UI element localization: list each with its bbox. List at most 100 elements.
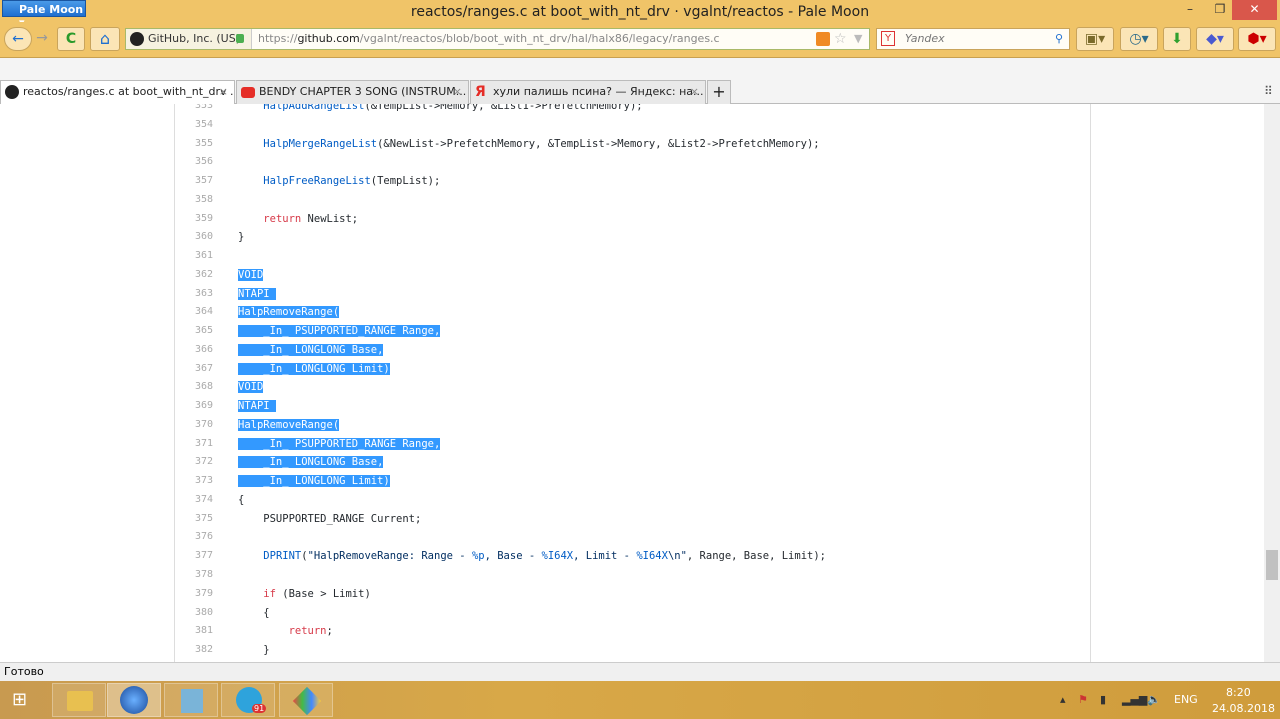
close-tab-icon[interactable]: × <box>453 81 462 103</box>
restore-button[interactable]: ❐ <box>1205 0 1235 20</box>
battery-icon[interactable]: ▮ <box>1100 693 1106 706</box>
tab-youtube-bendy[interactable]: BENDY CHAPTER 3 SONG (INSTRUM... × <box>236 80 469 104</box>
scrollbar-thumb[interactable] <box>1266 550 1278 580</box>
reload-button[interactable]: C <box>57 27 85 51</box>
line-number[interactable]: 376 <box>175 531 213 542</box>
back-button[interactable]: ← <box>4 27 32 51</box>
tab-list-icon[interactable]: ⠿ <box>1264 84 1273 98</box>
code-token: _In_ LONGLONG Base, <box>238 343 384 356</box>
url-bar[interactable]: GitHub, Inc. (US) https://github.com/vga… <box>125 28 870 50</box>
code-token: { <box>238 606 270 619</box>
line-number[interactable]: 380 <box>175 607 213 618</box>
code-line: NTAPI <box>238 286 276 302</box>
bookmarks-button[interactable]: ▣▾ <box>1076 27 1114 51</box>
line-number[interactable]: 363 <box>175 288 213 299</box>
line-number[interactable]: 379 <box>175 588 213 599</box>
line-number[interactable]: 357 <box>175 175 213 186</box>
tab-yandex-search[interactable]: Я хули палишь псина? — Яндекс: на... × <box>470 80 706 104</box>
line-number[interactable]: 367 <box>175 363 213 374</box>
telegram-badge: 91 <box>252 704 267 713</box>
code-token: HalpFreeRangeList <box>263 175 371 188</box>
adblock-button[interactable]: ⬢▾ <box>1238 27 1276 51</box>
code-line: HalpAddRangeList(&TempList->Memory, &Lis… <box>238 104 642 114</box>
line-number[interactable]: 365 <box>175 325 213 336</box>
search-input[interactable]: Y Yandex ⚲ <box>876 28 1070 50</box>
home-button[interactable]: ⌂ <box>90 27 120 51</box>
windows-start-icon[interactable]: ⊞ <box>12 691 36 711</box>
extension-button[interactable]: ◆▾ <box>1196 27 1234 51</box>
action-center-icon[interactable]: ⚑ <box>1078 693 1088 706</box>
line-number[interactable]: 354 <box>175 119 213 130</box>
search-icon[interactable]: ⚲ <box>1055 29 1063 49</box>
vertical-scrollbar[interactable] <box>1264 104 1280 662</box>
line-number[interactable]: 361 <box>175 250 213 261</box>
code-token: VOID <box>238 268 264 281</box>
volume-icon[interactable]: 🔈 <box>1147 693 1161 706</box>
line-number[interactable]: 371 <box>175 438 213 449</box>
tab-strip: reactos/ranges.c at boot_with_nt_drv ...… <box>0 58 1280 104</box>
line-number[interactable]: 355 <box>175 138 213 149</box>
navigation-toolbar: ← → C ⌂ GitHub, Inc. (US) https://github… <box>0 22 1280 58</box>
line-number[interactable]: 368 <box>175 381 213 392</box>
line-number[interactable]: 382 <box>175 644 213 655</box>
url-host: github.com <box>297 32 360 45</box>
code-token: , Limit - <box>573 550 637 563</box>
close-tab-icon[interactable]: × <box>690 81 699 103</box>
yandex-icon: Я <box>475 84 486 100</box>
forward-button[interactable]: → <box>32 27 52 51</box>
close-button[interactable]: ✕ <box>1232 0 1277 20</box>
window-title: reactos/ranges.c at boot_with_nt_drv · v… <box>410 4 870 20</box>
line-number[interactable]: 372 <box>175 456 213 467</box>
line-number[interactable]: 370 <box>175 419 213 430</box>
line-number[interactable]: 381 <box>175 625 213 636</box>
pale-moon-taskbar-icon[interactable] <box>107 683 161 717</box>
code-token: %I64X <box>541 550 574 563</box>
code-line: _In_ LONGLONG Limit) <box>238 473 390 489</box>
line-number[interactable]: 362 <box>175 269 213 280</box>
code-line: VOID <box>238 379 264 395</box>
minimize-button[interactable]: – <box>1175 0 1205 20</box>
explorer-taskbar-icon[interactable] <box>52 683 106 717</box>
code-line: _In_ PSUPPORTED_RANGE Range, <box>238 323 441 339</box>
line-number[interactable]: 359 <box>175 213 213 224</box>
line-number[interactable]: 374 <box>175 494 213 505</box>
yandex-icon[interactable]: Y <box>881 31 895 46</box>
code-token: _In_ PSUPPORTED_RANGE Range, <box>238 325 441 338</box>
tab-github-ranges[interactable]: reactos/ranges.c at boot_with_nt_drv ...… <box>0 80 235 104</box>
network-icon[interactable]: ▂▄▆ <box>1122 693 1147 706</box>
notepad-taskbar-icon[interactable] <box>164 683 218 717</box>
code-token: _In_ LONGLONG Limit) <box>238 475 390 488</box>
clock-date[interactable]: 24.08.2018 <box>1212 702 1275 715</box>
site-identity-button[interactable]: GitHub, Inc. (US) <box>126 29 252 49</box>
line-number[interactable]: 353 <box>175 104 213 111</box>
language-indicator[interactable]: ENG <box>1174 693 1198 706</box>
line-number[interactable]: 373 <box>175 475 213 486</box>
code-line: PSUPPORTED_RANGE Current; <box>238 511 421 527</box>
history-button[interactable]: ◷▾ <box>1120 27 1158 51</box>
line-number[interactable]: 364 <box>175 306 213 317</box>
rss-icon[interactable] <box>816 32 830 46</box>
line-number[interactable]: 378 <box>175 569 213 580</box>
code-line: } <box>238 229 244 245</box>
page-content: 353 HalpAddRangeList(&TempList->Memory, … <box>0 104 1264 662</box>
clock-time[interactable]: 8:20 <box>1226 686 1251 699</box>
line-number[interactable]: 356 <box>175 156 213 167</box>
downloads-button[interactable]: ⬇ <box>1163 27 1191 51</box>
telegram-taskbar-icon[interactable]: 91 <box>221 683 275 717</box>
line-number[interactable]: 369 <box>175 400 213 411</box>
close-tab-icon[interactable]: × <box>219 81 228 103</box>
title-bar: Pale Moon ▾ reactos/ranges.c at boot_wit… <box>0 0 1280 29</box>
line-number[interactable]: 358 <box>175 194 213 205</box>
url-prefix: https:// <box>258 32 298 45</box>
url-text[interactable]: https://github.com/vgalnt/reactos/blob/b… <box>258 29 720 49</box>
line-number[interactable]: 375 <box>175 513 213 524</box>
app-taskbar-icon[interactable] <box>279 683 333 717</box>
new-tab-button[interactable]: + <box>707 80 731 104</box>
show-hidden-icons[interactable]: ▴ <box>1060 693 1066 706</box>
line-number[interactable]: 360 <box>175 231 213 242</box>
bookmark-star-icon[interactable]: ☆ <box>834 29 847 49</box>
line-number[interactable]: 366 <box>175 344 213 355</box>
line-number[interactable]: 377 <box>175 550 213 561</box>
url-dropdown-icon[interactable]: ▼ <box>854 29 862 49</box>
